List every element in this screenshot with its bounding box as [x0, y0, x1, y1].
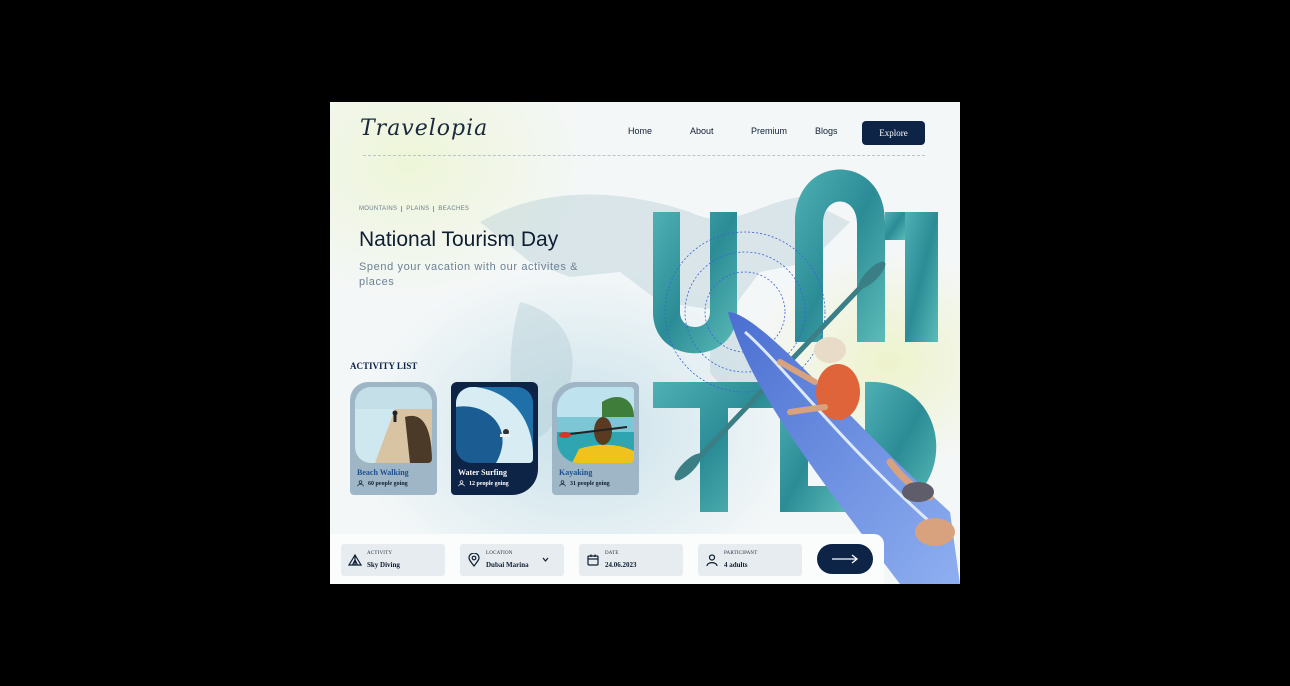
participant-value: 4 adults	[724, 561, 748, 569]
date-value: 24.06.2023	[605, 561, 637, 569]
hero-kayak-illustration	[653, 169, 960, 584]
hero-title: National Tourism Day	[359, 228, 559, 251]
calendar-icon	[587, 554, 599, 566]
activity-card-water-surfing[interactable]: Water Surfing 12 people going	[451, 382, 538, 495]
people-going-text: 60 people going	[368, 480, 408, 487]
people-going: 12 people going	[458, 480, 509, 487]
location-field[interactable]: LOCATION Dubai Marina	[460, 544, 564, 576]
search-submit-button[interactable]	[817, 544, 873, 574]
nav-about[interactable]: About	[690, 126, 714, 136]
activity-value: Sky Diving	[367, 561, 400, 569]
activity-card-kayaking[interactable]: Kayaking 31 people going	[552, 382, 639, 495]
category-tags: MOUNTAINS PLAINS BEACHES	[359, 206, 473, 212]
participant-field[interactable]: PARTICIPANT 4 adults	[698, 544, 802, 576]
tag-mountains[interactable]: MOUNTAINS	[359, 206, 401, 212]
chevron-down-icon[interactable]	[542, 557, 549, 562]
activity-name: Water Surfing	[458, 468, 507, 477]
location-value: Dubai Marina	[486, 561, 529, 569]
user-icon	[706, 554, 718, 567]
activity-list-heading: ACTIVITY LIST	[350, 361, 418, 371]
people-going-text: 31 people going	[570, 480, 610, 487]
nav-home[interactable]: Home	[628, 126, 652, 136]
location-label: LOCATION	[486, 551, 513, 556]
people-going: 31 people going	[559, 480, 610, 487]
user-icon	[357, 480, 364, 487]
nav-premium[interactable]: Premium	[751, 126, 787, 136]
activity-name: Kayaking	[559, 468, 593, 477]
tag-plains[interactable]: PLAINS	[401, 206, 433, 212]
header-divider	[363, 155, 925, 156]
nav-blogs[interactable]: Blogs	[815, 126, 838, 136]
participant-label: PARTICIPANT	[724, 551, 758, 556]
date-field[interactable]: DATE 24.06.2023	[579, 544, 683, 576]
activity-field[interactable]: ACTIVITY Sky Diving	[341, 544, 445, 576]
water-surfing-photo	[456, 387, 533, 463]
activity-name: Beach Walking	[357, 468, 409, 477]
tag-beaches[interactable]: BEACHES	[433, 206, 473, 212]
people-going-text: 12 people going	[469, 480, 509, 487]
activity-label: ACTIVITY	[367, 551, 393, 556]
brand-logo[interactable]: Travelopia	[360, 116, 488, 141]
people-going: 60 people going	[357, 480, 408, 487]
map-pin-icon	[468, 553, 480, 567]
kayaking-photo	[557, 387, 634, 463]
user-icon	[559, 480, 566, 487]
hero-subtitle: Spend your vacation with our activites &…	[359, 261, 579, 288]
activity-card-beach-walking[interactable]: Beach Walking 60 people going	[350, 382, 437, 495]
explore-button[interactable]: Explore	[862, 121, 925, 145]
date-label: DATE	[605, 551, 619, 556]
user-icon	[458, 480, 465, 487]
landing-page: Travelopia Home About Premium Blogs Expl…	[330, 102, 960, 584]
arrow-right-icon	[832, 554, 859, 564]
tent-icon	[348, 553, 362, 566]
beach-walking-photo	[355, 387, 432, 463]
